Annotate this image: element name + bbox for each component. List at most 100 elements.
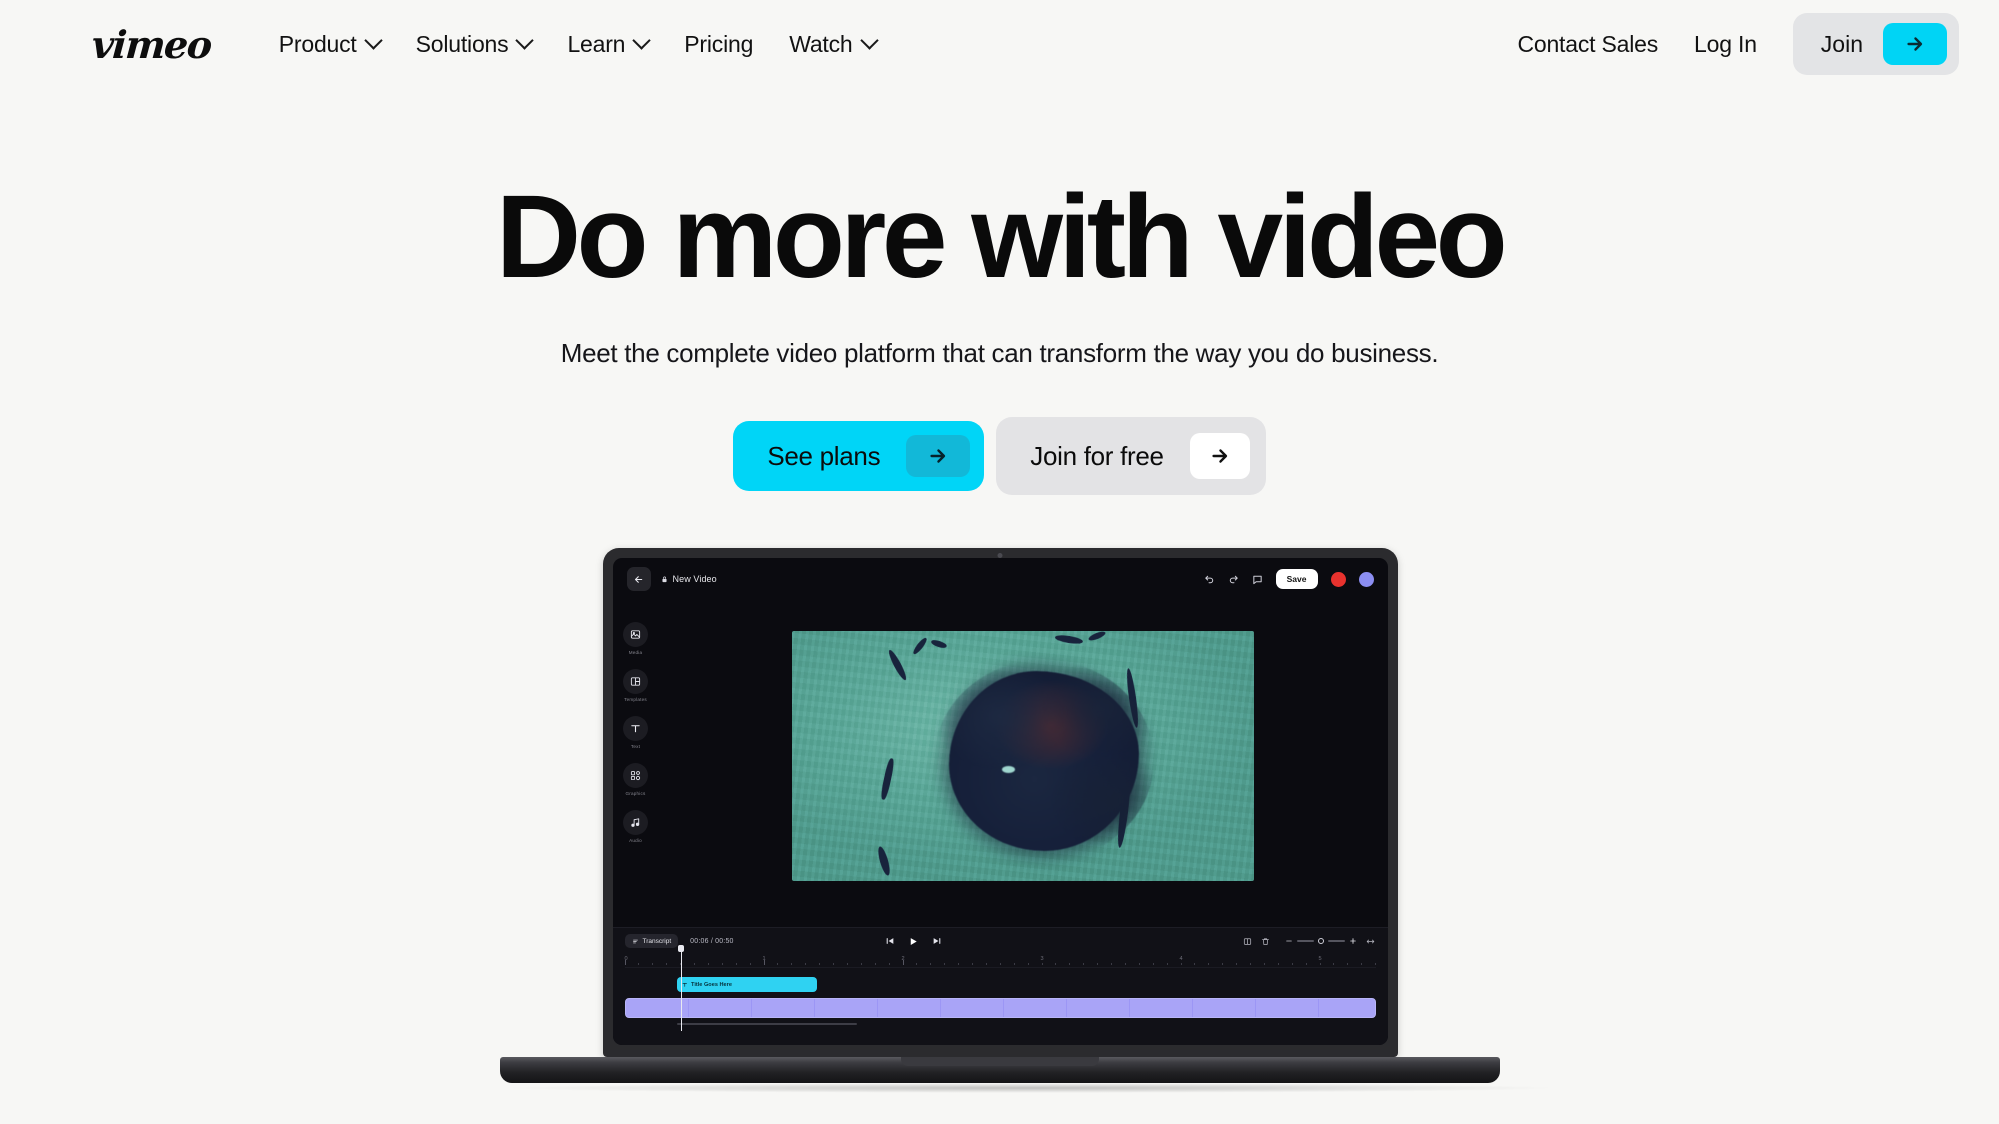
ruler-tick <box>1236 962 1238 965</box>
ruler-tick <box>972 962 973 965</box>
ruler-tick <box>763 960 765 965</box>
rail-item-text[interactable]: Text <box>623 716 648 749</box>
ruler-tick <box>888 962 890 965</box>
see-plans-label: See plans <box>767 440 881 471</box>
video-preview[interactable] <box>792 630 1254 881</box>
project-title-group[interactable]: New Video <box>661 574 717 584</box>
comment-icon[interactable] <box>1252 574 1263 585</box>
timeline-tracks: Title Goes Here <box>624 945 1376 1031</box>
slider-track-right <box>1328 940 1346 942</box>
split-icon[interactable] <box>1243 937 1252 946</box>
ruler-tick <box>735 962 737 965</box>
text-clip-label: Title Goes Here <box>691 981 732 988</box>
layout-icon <box>623 669 648 694</box>
rail-item-audio[interactable]: Audio <box>623 810 648 843</box>
ruler-tick <box>985 962 987 965</box>
plus-icon[interactable] <box>1349 937 1357 945</box>
text-icon <box>682 982 687 987</box>
ruler-tick <box>638 962 640 965</box>
rail-item-templates[interactable]: Templates <box>623 669 648 702</box>
arrow-right-icon[interactable] <box>1189 433 1250 479</box>
rail-item-media[interactable]: Media <box>623 622 648 655</box>
minus-icon[interactable] <box>1285 937 1293 945</box>
laptop-mockup: New Video Save Media Templates Text Grap… <box>500 548 1560 1093</box>
text-clip[interactable]: Title Goes Here <box>676 977 817 992</box>
skip-back-icon[interactable] <box>885 936 895 946</box>
rail-item-label: Graphics <box>625 791 646 796</box>
timeline-ruler[interactable]: 0 1 2 3 4 5 <box>624 954 1377 968</box>
timeline-toolbar: Transcript 00:06 / 00:50 <box>624 928 1376 954</box>
ruler-tick <box>749 962 751 965</box>
rail-item-label: Media <box>628 650 643 655</box>
timecode-display: 00:06 / 00:50 <box>690 937 734 945</box>
ruler-tick <box>652 962 654 965</box>
preview-stage <box>659 600 1388 927</box>
timeline-zoom-slider[interactable] <box>1285 937 1357 945</box>
video-clip[interactable] <box>624 998 1376 1018</box>
ruler-tick <box>958 962 960 965</box>
ruler-tick <box>666 962 668 965</box>
ruler-tick <box>777 962 779 965</box>
ruler-tick <box>624 960 626 965</box>
rail-item-label: Text <box>630 744 641 749</box>
ruler-tick <box>1305 962 1307 965</box>
ruler-tick <box>1347 962 1349 965</box>
rail-item-graphics[interactable]: Graphics <box>623 763 648 796</box>
editor-timeline: Transcript 00:06 / 00:50 0 1 2 3 4 5 Tit… <box>612 927 1388 1045</box>
play-icon[interactable] <box>908 936 919 947</box>
arrow-right-icon[interactable] <box>906 435 971 477</box>
audio-clip[interactable] <box>676 1023 857 1025</box>
ruler-tick <box>1097 962 1099 965</box>
ruler-tick <box>833 962 834 965</box>
ruler-tick <box>805 962 807 965</box>
back-button[interactable] <box>626 567 651 591</box>
skip-forward-icon[interactable] <box>932 936 942 946</box>
redo-icon[interactable] <box>1228 574 1239 585</box>
ruler-tick <box>694 962 695 965</box>
slider-track-left <box>1297 940 1315 942</box>
shapes-icon <box>623 763 648 788</box>
preview-highlight <box>1002 765 1016 773</box>
hero-subtitle: Meet the complete video platform that ca… <box>560 338 1439 368</box>
playhead[interactable] <box>680 945 682 1031</box>
ruler-tick <box>1069 962 1071 965</box>
avatar-red[interactable] <box>1330 571 1346 587</box>
laptop-base <box>500 1057 1500 1083</box>
editor-top-bar: New Video Save <box>613 558 1388 600</box>
ruler-label: 5 <box>1318 956 1322 962</box>
slider-handle[interactable] <box>1318 938 1325 944</box>
join-for-free-button[interactable]: Join for free <box>996 417 1266 495</box>
avatar-purple[interactable] <box>1358 571 1374 587</box>
hero-cta-row: See plans Join for free <box>0 417 1999 495</box>
ruler-tick <box>1083 962 1085 965</box>
see-plans-button[interactable]: See plans <box>733 421 985 491</box>
laptop-shadow <box>500 1083 1560 1093</box>
trash-icon[interactable] <box>1261 937 1270 946</box>
ruler-tick <box>791 962 793 965</box>
undo-icon[interactable] <box>1204 574 1215 585</box>
save-button[interactable]: Save <box>1275 569 1318 589</box>
fit-to-width-icon[interactable] <box>1366 937 1375 946</box>
music-icon <box>623 810 648 835</box>
ruler-tick <box>1375 962 1377 965</box>
text-icon <box>623 716 648 741</box>
ruler-tick <box>1055 962 1057 965</box>
join-for-free-label: Join for free <box>1030 440 1164 471</box>
ruler-tick <box>1333 962 1335 965</box>
ruler-tick <box>1013 962 1015 965</box>
ruler-label: 4 <box>1179 956 1183 962</box>
ruler-tick <box>1194 962 1196 965</box>
lock-icon <box>661 576 667 582</box>
ruler-tick <box>1124 962 1126 965</box>
editor-top-actions: Save <box>1204 569 1374 589</box>
ruler-tick <box>1111 962 1112 965</box>
ruler-tick <box>1263 962 1265 965</box>
editor-body: Media Templates Text Graphics Audio <box>613 600 1388 927</box>
ruler-tick <box>860 962 862 965</box>
transcript-button[interactable]: Transcript <box>624 934 679 948</box>
ruler-tick <box>902 960 904 965</box>
ruler-tick <box>1166 962 1168 965</box>
ruler-tick <box>1222 962 1224 965</box>
preview-blob <box>933 659 1155 862</box>
transcript-icon <box>632 939 638 943</box>
